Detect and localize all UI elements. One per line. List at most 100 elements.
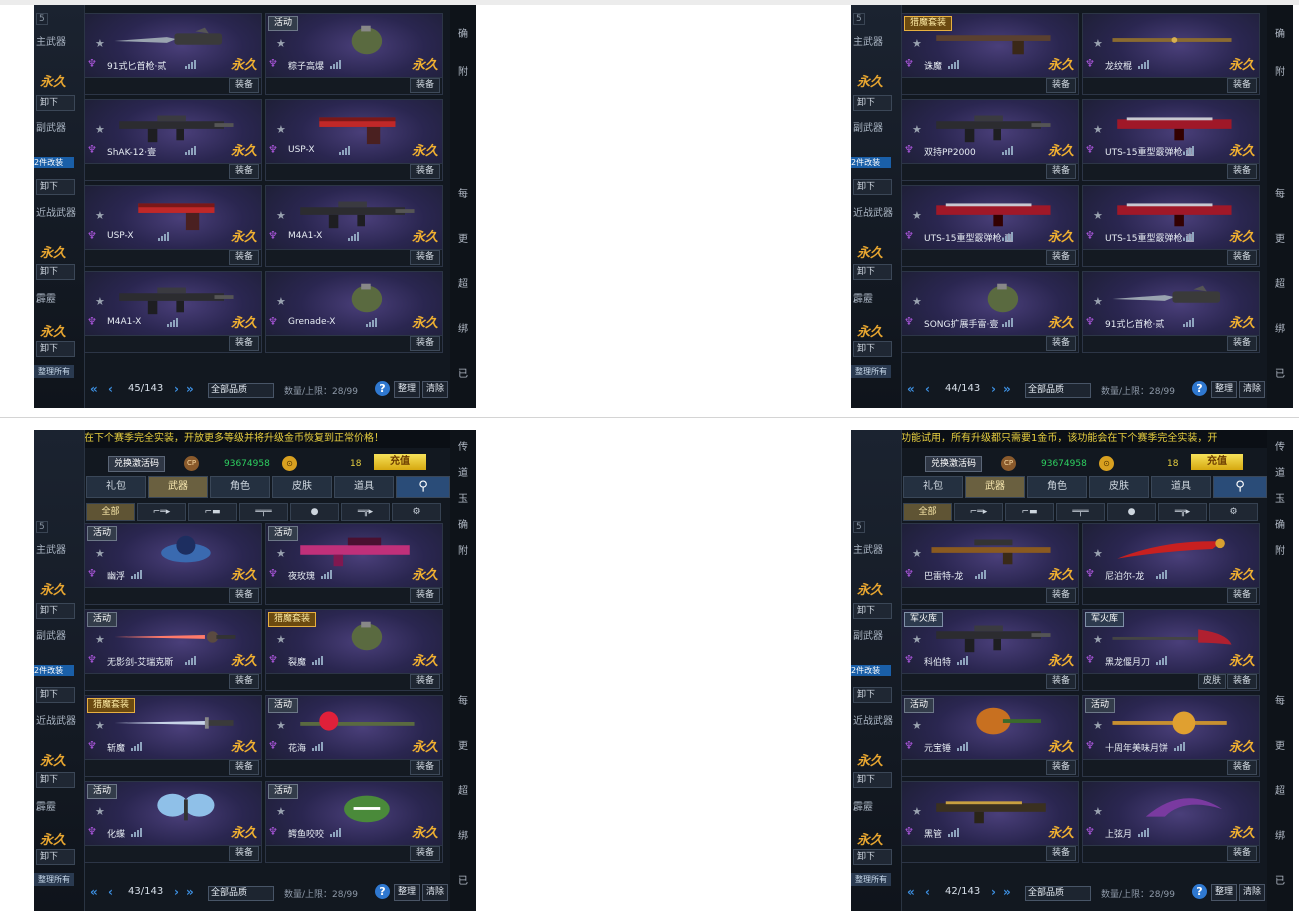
star-icon[interactable]: ★ xyxy=(912,547,922,560)
equip-button[interactable]: 装备 xyxy=(1227,250,1257,265)
star-icon[interactable]: ★ xyxy=(95,547,105,560)
equip-button[interactable]: 装备 xyxy=(229,674,259,689)
subtab-weapon-5[interactable]: ═╦▸ xyxy=(1158,503,1207,521)
item-card[interactable]: 猎魔套装 ★ ♆ 斩魔 永久 装备 xyxy=(84,695,262,777)
next-page-icon[interactable]: › xyxy=(991,885,996,899)
side-tab-0[interactable]: 传 xyxy=(458,438,468,453)
quality-dropdown[interactable]: 全部品质 xyxy=(1025,886,1091,901)
star-icon[interactable]: ★ xyxy=(95,633,105,646)
item-card[interactable]: 活动 ★ ♆ 鳄鱼咬咬 永久 装备 xyxy=(265,781,443,863)
gear-icon[interactable]: ⚙ xyxy=(1209,503,1258,521)
star-icon[interactable]: ★ xyxy=(95,805,105,818)
next-page-icon[interactable]: › xyxy=(174,885,179,899)
side-tab-2[interactable]: 玉 xyxy=(458,490,468,505)
item-card[interactable]: ★ ♆ 上弦月 永久 装备 xyxy=(1082,781,1260,863)
side-tab-1[interactable]: 道 xyxy=(458,464,468,479)
secondary-unload-button[interactable]: 卸下 xyxy=(853,179,892,195)
star-icon[interactable]: ★ xyxy=(276,719,286,732)
star-icon[interactable]: ★ xyxy=(1093,123,1103,136)
star-icon[interactable]: ★ xyxy=(912,37,922,50)
skin-button[interactable]: 皮肤 xyxy=(1198,674,1226,689)
side-tab-1[interactable]: 附 xyxy=(458,63,468,78)
redeem-code-button[interactable]: 兑换激活码 xyxy=(108,456,166,472)
search-icon[interactable]: ⚲ xyxy=(1213,476,1267,498)
equip-button[interactable]: 装备 xyxy=(410,336,440,351)
equip-button[interactable]: 装备 xyxy=(410,846,440,861)
item-card[interactable]: ★ ♆ 91式匕首枪·贰 永久 装备 xyxy=(84,13,262,95)
equip-button[interactable]: 装备 xyxy=(229,588,259,603)
star-icon[interactable]: ★ xyxy=(95,295,105,308)
equip-button[interactable]: 装备 xyxy=(410,250,440,265)
equip-button[interactable]: 装备 xyxy=(1046,336,1076,351)
subtab-all[interactable]: 全部 xyxy=(903,503,952,521)
equip-button[interactable]: 装备 xyxy=(410,588,440,603)
item-card[interactable]: ★ ♆ 龙纹棍 永久 装备 xyxy=(1082,13,1260,95)
star-icon[interactable]: ★ xyxy=(276,123,286,136)
item-card[interactable]: 活动 ★ ♆ 幽浮 永久 装备 xyxy=(84,523,262,605)
equip-button[interactable]: 装备 xyxy=(1046,760,1076,775)
star-icon[interactable]: ★ xyxy=(1093,295,1103,308)
star-icon[interactable]: ★ xyxy=(1093,805,1103,818)
star-icon[interactable]: ★ xyxy=(1093,719,1103,732)
star-icon[interactable]: ★ xyxy=(95,719,105,732)
star-icon[interactable]: ★ xyxy=(912,295,922,308)
tab-0[interactable]: 礼包 xyxy=(86,476,146,498)
secondary-unload-button[interactable]: 卸下 xyxy=(36,179,75,195)
tab-4[interactable]: 道具 xyxy=(1151,476,1211,498)
item-card[interactable]: ★ ♆ UTS-15重型霰弹枪·壹 永久 装备 xyxy=(901,185,1079,267)
equip-button[interactable]: 装备 xyxy=(1227,78,1257,93)
tab-3[interactable]: 皮肤 xyxy=(272,476,332,498)
clear-button[interactable]: 清除 xyxy=(422,381,449,398)
clear-button[interactable]: 清除 xyxy=(1239,381,1266,398)
item-card[interactable]: ★ ♆ M4A1-X 永久 装备 xyxy=(265,185,443,267)
next-page-icon[interactable]: › xyxy=(174,382,179,396)
tidy-all-button[interactable]: 整理所有 xyxy=(34,873,74,886)
side-tab-0[interactable]: 确 xyxy=(1275,25,1285,40)
side-tab-3[interactable]: 确 xyxy=(458,516,468,531)
star-icon[interactable]: ★ xyxy=(1093,37,1103,50)
help-icon[interactable]: ? xyxy=(1192,381,1207,396)
redeem-code-button[interactable]: 兑换激活码 xyxy=(925,456,983,472)
primary-unload-button[interactable]: 卸下 xyxy=(853,603,892,619)
equip-button[interactable]: 装备 xyxy=(1046,846,1076,861)
equip-button[interactable]: 装备 xyxy=(410,164,440,179)
quality-dropdown[interactable]: 全部品质 xyxy=(208,886,274,901)
star-icon[interactable]: ★ xyxy=(276,633,286,646)
subtab-weapon-4[interactable]: ● xyxy=(1107,503,1156,521)
item-card[interactable]: ★ ♆ USP-X 永久 装备 xyxy=(84,185,262,267)
item-card[interactable]: ★ ♆ 双持PP2000 永久 装备 xyxy=(901,99,1079,181)
prev-page-icon[interactable]: ‹ xyxy=(925,382,930,396)
first-page-icon[interactable]: « xyxy=(90,885,98,899)
item-card[interactable]: ★ ♆ USP-X 永久 装备 xyxy=(265,99,443,181)
quality-dropdown[interactable]: 全部品质 xyxy=(1025,383,1091,398)
item-card[interactable]: 活动 ★ ♆ 粽子高爆 永久 装备 xyxy=(265,13,443,95)
item-card[interactable]: ★ ♆ UTS-15重型霰弹枪·壹 永久 装备 xyxy=(1082,185,1260,267)
star-icon[interactable]: ★ xyxy=(276,209,286,222)
star-icon[interactable]: ★ xyxy=(95,209,105,222)
item-card[interactable]: ★ ♆ UTS-15重型霰弹枪·壹 永久 装备 xyxy=(1082,99,1260,181)
prev-page-icon[interactable]: ‹ xyxy=(108,382,113,396)
clear-button[interactable]: 清除 xyxy=(422,884,449,901)
equip-button[interactable]: 装备 xyxy=(229,336,259,351)
subtab-weapon-2[interactable]: ⌐▬ xyxy=(1005,503,1054,521)
star-icon[interactable]: ★ xyxy=(276,37,286,50)
sort-button[interactable]: 整理 xyxy=(1211,884,1238,901)
last-page-icon[interactable]: » xyxy=(186,885,194,899)
item-card[interactable]: ★ ♆ 91式匕首枪·贰 永久 装备 xyxy=(1082,271,1260,353)
subtab-weapon-4[interactable]: ● xyxy=(290,503,339,521)
equip-button[interactable]: 装备 xyxy=(1046,250,1076,265)
last-page-icon[interactable]: » xyxy=(1003,885,1011,899)
melee-unload-button[interactable]: 卸下 xyxy=(853,264,892,280)
clear-button[interactable]: 清除 xyxy=(1239,884,1266,901)
equip-button[interactable]: 装备 xyxy=(1046,674,1076,689)
equip-button[interactable]: 装备 xyxy=(229,250,259,265)
side-tab-2[interactable]: 玉 xyxy=(1275,490,1285,505)
primary-unload-button[interactable]: 卸下 xyxy=(36,95,75,111)
tidy-all-button[interactable]: 整理所有 xyxy=(851,873,891,886)
star-icon[interactable]: ★ xyxy=(912,633,922,646)
recharge-button[interactable]: 充值 xyxy=(374,454,426,470)
item-card[interactable]: ★ ♆ ShAK-12·壹 永久 装备 xyxy=(84,99,262,181)
secondary-unload-button[interactable]: 卸下 xyxy=(853,687,892,703)
prev-page-icon[interactable]: ‹ xyxy=(108,885,113,899)
side-tab-1[interactable]: 道 xyxy=(1275,464,1285,479)
